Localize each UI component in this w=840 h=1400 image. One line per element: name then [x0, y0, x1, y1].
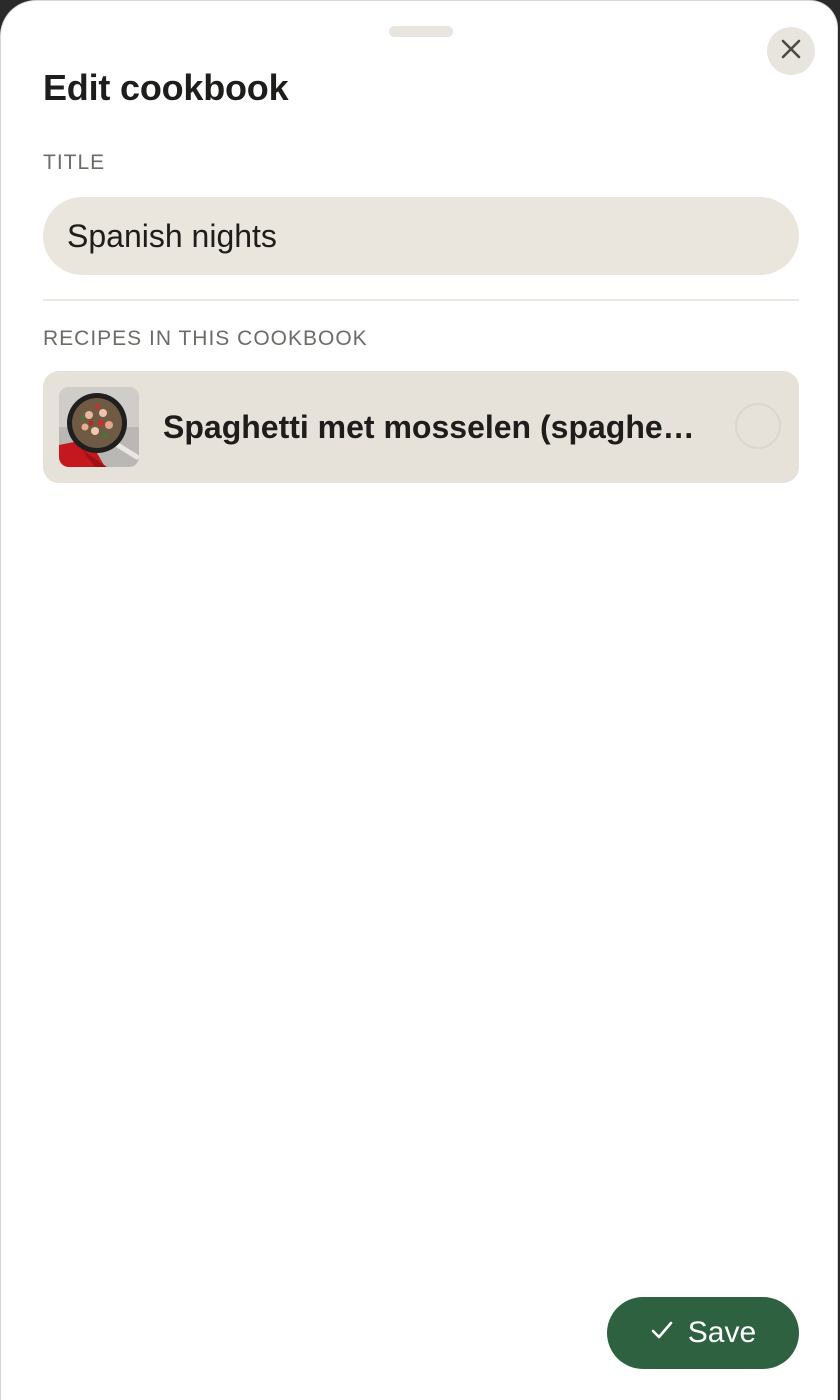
save-button-label: Save [687, 1316, 757, 1349]
recipe-thumbnail [59, 387, 139, 467]
close-icon [780, 38, 802, 65]
page-title: Edit cookbook [43, 67, 289, 108]
cookbook-title-input[interactable] [43, 197, 799, 275]
title-field-label: TITLE [43, 151, 106, 174]
recipe-title: Spaghetti met mosselen (spaghe… [163, 409, 695, 445]
drag-handle[interactable] [389, 26, 453, 37]
save-button[interactable]: Save [607, 1297, 799, 1369]
recipes-section-label: RECIPES IN THIS COOKBOOK [43, 327, 368, 350]
recipe-list-item[interactable]: Spaghetti met mosselen (spaghe… [43, 371, 799, 483]
checkmark-icon [650, 1316, 674, 1350]
section-divider [43, 299, 799, 301]
close-button[interactable] [767, 27, 815, 75]
edit-cookbook-sheet: Edit cookbook TITLE RECIPES IN THIS COOK… [0, 0, 838, 1400]
recipe-select-toggle[interactable] [735, 403, 781, 449]
